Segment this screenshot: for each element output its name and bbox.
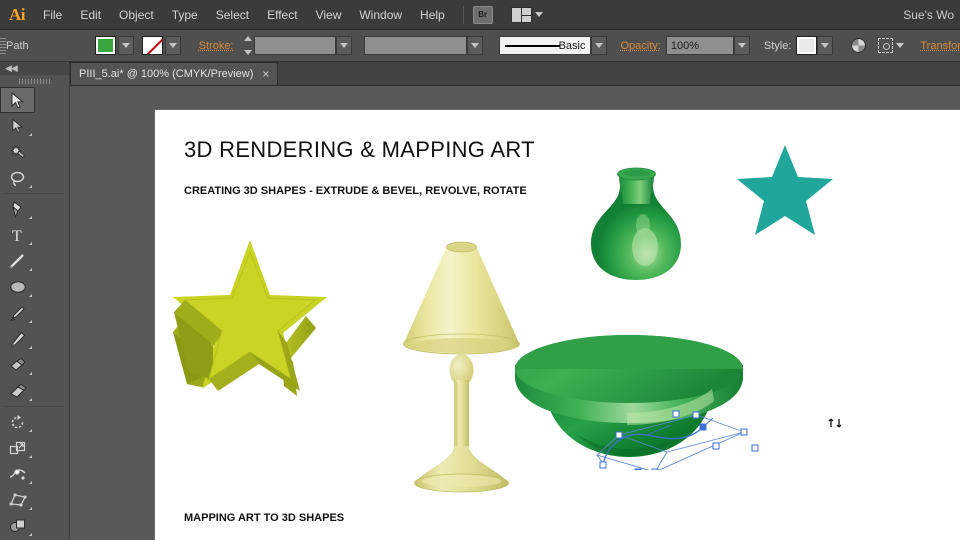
menu-select[interactable]: Select [207, 0, 258, 30]
menu-divider [463, 6, 464, 24]
tools-panel-collapse-button[interactable]: ◀◀ [0, 62, 69, 75]
style-label: Style: [764, 40, 792, 52]
flat-star-teal[interactable] [735, 142, 835, 238]
chevron-down-icon [896, 43, 904, 48]
document-tab[interactable]: PIII_5.ai* @ 100% (CMYK/Preview) × [70, 62, 278, 85]
menu-window[interactable]: Window [350, 0, 411, 30]
paintbrush-tool[interactable] [0, 300, 35, 326]
tools-panel-grip[interactable] [0, 75, 69, 87]
close-icon[interactable]: × [262, 68, 269, 80]
stroke-weight-stepper[interactable] [242, 36, 254, 55]
opacity-input[interactable]: 100% [666, 36, 734, 55]
opacity-mask-icon [851, 38, 866, 53]
transform-link[interactable]: Transform [920, 40, 960, 52]
free-transform-tool[interactable] [0, 487, 35, 513]
menu-help[interactable]: Help [411, 0, 454, 30]
tool-divider [5, 193, 64, 194]
opacity-control[interactable]: 100% [666, 36, 750, 55]
artwork-footer: MAPPING ART TO 3D SHAPES [184, 512, 344, 524]
lasso-tool[interactable] [0, 165, 35, 191]
opacity-mask-button[interactable] [851, 35, 866, 57]
stroke-profile-control[interactable]: Basic [499, 36, 607, 55]
shape-builder-tool[interactable] [0, 513, 35, 539]
direct-selection-tool[interactable] [0, 113, 35, 139]
line-segment-tool[interactable] [0, 248, 35, 274]
svg-text:T: T [12, 228, 22, 244]
stroke-swatch-dropdown[interactable] [165, 36, 181, 55]
magic-wand-tool[interactable] [0, 139, 35, 165]
ellipse-tool[interactable] [0, 274, 35, 300]
graphic-style-dropdown[interactable] [817, 36, 833, 55]
fill-color-chip [98, 39, 113, 52]
stroke-weight-input[interactable] [254, 36, 336, 55]
stroke-control[interactable] [142, 36, 181, 55]
stroke-swatch-button[interactable] [142, 36, 163, 55]
workspace-switcher[interactable]: Sue's Wo [903, 8, 960, 22]
graphic-style-control[interactable] [796, 36, 833, 55]
scale-tool[interactable] [0, 435, 35, 461]
blob-brush-tool[interactable] [0, 352, 35, 378]
menu-bar: Ai File Edit Object Type Select Effect V… [0, 0, 960, 30]
tool-divider [5, 406, 64, 407]
opacity-label[interactable]: Opacity: [621, 40, 661, 52]
collapse-icon: ◀◀ [5, 63, 17, 74]
no-color-icon [143, 37, 162, 54]
variable-width-input[interactable] [364, 36, 467, 55]
arrange-documents-button[interactable] [511, 7, 543, 23]
document-tab-bar: PIII_5.ai* @ 100% (CMYK/Preview) × [0, 62, 960, 86]
selected-object-type: Path [6, 40, 29, 52]
stroke-weight-dropdown[interactable] [336, 36, 352, 55]
width-tool[interactable] [0, 461, 35, 487]
artboard[interactable]: 3D RENDERING & MAPPING ART CREATING 3D S… [155, 110, 960, 540]
graphic-style-chip [799, 39, 814, 52]
select-similar-objects-icon [878, 38, 893, 53]
stroke-weight-control[interactable] [242, 36, 352, 55]
selection-tool[interactable] [0, 87, 35, 113]
document-tab-label: PIII_5.ai* @ 100% (CMYK/Preview) [79, 68, 253, 80]
fill-swatch-button[interactable] [95, 36, 116, 55]
pencil-tool[interactable] [0, 326, 35, 352]
graphic-style-swatch[interactable] [796, 36, 817, 55]
menu-effect[interactable]: Effect [258, 0, 306, 30]
canvas-area[interactable]: 3D RENDERING & MAPPING ART CREATING 3D S… [70, 86, 960, 540]
stroke-weight-label[interactable]: Stroke: [199, 40, 234, 52]
revolved-vase-3d[interactable] [583, 162, 693, 292]
variable-width-control[interactable] [364, 36, 483, 55]
chevron-down-icon [535, 12, 543, 17]
menu-object[interactable]: Object [110, 0, 163, 30]
arrange-documents-icon [511, 7, 532, 23]
tool-grid: T [0, 87, 69, 540]
menu-type[interactable]: Type [163, 0, 207, 30]
menu-view[interactable]: View [307, 0, 351, 30]
opacity-dropdown[interactable] [734, 36, 750, 55]
menu-file[interactable]: File [34, 0, 71, 30]
path-selection-overlay[interactable] [507, 335, 767, 470]
control-panel: Path Stroke: Basic Opacity: 100% Style: … [0, 30, 960, 62]
pen-tool[interactable] [0, 196, 35, 222]
fill-swatch-dropdown[interactable] [118, 36, 134, 55]
tools-panel: ◀◀ T [0, 62, 70, 540]
mouse-cursor-resize [828, 415, 844, 431]
stroke-profile-value[interactable]: Basic [499, 36, 591, 55]
stroke-profile-dropdown[interactable] [591, 36, 607, 55]
extruded-star-3d[interactable] [169, 236, 334, 396]
variable-width-dropdown[interactable] [467, 36, 483, 55]
fill-control[interactable] [95, 36, 134, 55]
app-logo-icon: Ai [0, 0, 34, 30]
select-similar-control[interactable] [878, 38, 904, 53]
menu-edit[interactable]: Edit [71, 0, 110, 30]
type-tool[interactable]: T [0, 222, 35, 248]
eraser-tool[interactable] [0, 378, 35, 404]
bridge-button[interactable]: Br [473, 6, 493, 24]
rotate-tool[interactable] [0, 409, 35, 435]
illustrator-window: Ai File Edit Object Type Select Effect V… [0, 0, 960, 540]
artwork-title: 3D RENDERING & MAPPING ART [184, 137, 535, 163]
artwork-subtitle: CREATING 3D SHAPES - EXTRUDE & BEVEL, RE… [184, 185, 527, 197]
